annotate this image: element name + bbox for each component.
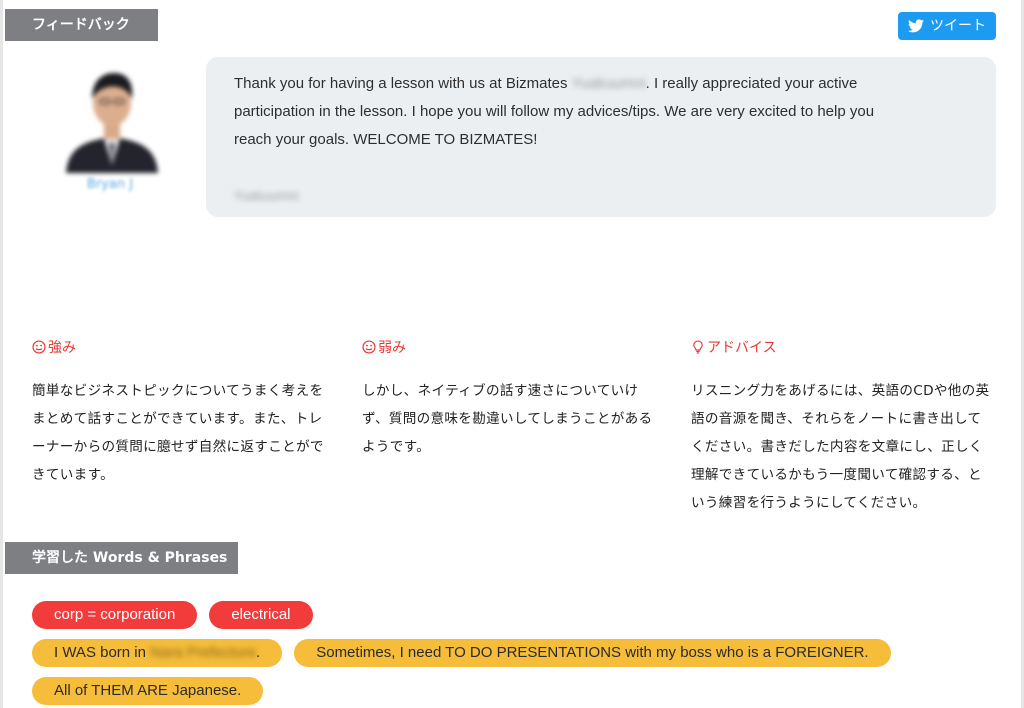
advice-title: アドバイス [707,340,777,356]
tweet-label: ツイート [930,18,986,34]
feedback-message: Thank you for having a lesson with us at… [206,57,996,217]
words-phrases-section-title: 学習した Words & Phrases [5,542,238,574]
strength-column: 強み 簡単なビジネストピックについてうまく考えをまとめて話すことができています。… [32,336,332,489]
smile-icon [362,340,376,354]
feedback-text: Thank you for having a lesson with us at… [234,70,884,154]
lightbulb-icon [693,340,703,354]
strength-heading: 強み [32,336,332,358]
advice-text: リスニング力をあげるには、英語のCDや他の英語の音源を聞き、それらをノートに書き… [691,383,990,511]
chip-row: All of THEM ARE Japanese. [32,677,982,705]
advice-heading: アドバイス [691,336,991,358]
words-phrases-list: corp = corporation electrical I WAS born… [32,601,982,708]
trainer-name[interactable]: Bryan J [60,177,160,192]
strength-text: 簡単なビジネストピックについてうまく考えをまとめて話すことができています。また、… [32,383,324,483]
phrase-blurred-text: Nara Prefecture [150,644,257,661]
word-chip[interactable]: corp = corporation [32,601,198,629]
smile-icon [32,340,46,354]
weakness-heading: 弱み [362,336,662,358]
message-signature-blurred: Yuakuumni [234,188,299,203]
chip-row: I WAS born in Nara Prefecture. Sometimes… [32,639,982,667]
weakness-column: 弱み しかし、ネイティブの話す速さについていけず、質問の意味を勘違いしてしまうこ… [362,336,662,461]
weakness-title: 弱み [378,340,406,356]
twitter-bird-icon [908,19,924,33]
phrase-chip[interactable]: I WAS born in Nara Prefecture. [32,639,283,667]
phrase-text-end: . [256,644,261,661]
tweet-button[interactable]: ツイート [898,12,996,40]
feedback-section-title: フィードバック [5,9,158,41]
chip-row: corp = corporation electrical [32,601,982,629]
word-chip[interactable]: electrical [209,601,313,629]
strength-title: 強み [48,340,76,356]
phrase-chip[interactable]: Sometimes, I need TO DO PRESENTATIONS wi… [294,639,891,667]
trainer-avatar [62,65,162,173]
phrase-text: I WAS born in [54,644,151,661]
student-name-blurred: Yuakuumni [571,75,646,92]
message-part-1: Thank you for having a lesson with us at… [234,75,572,92]
phrase-chip[interactable]: All of THEM ARE Japanese. [32,677,264,705]
advice-column: アドバイス リスニング力をあげるには、英語のCDや他の英語の音源を聞き、それらを… [691,336,991,517]
weakness-text: しかし、ネイティブの話す速さについていけず、質問の意味を勘違いしてしまうことがあ… [362,383,653,455]
